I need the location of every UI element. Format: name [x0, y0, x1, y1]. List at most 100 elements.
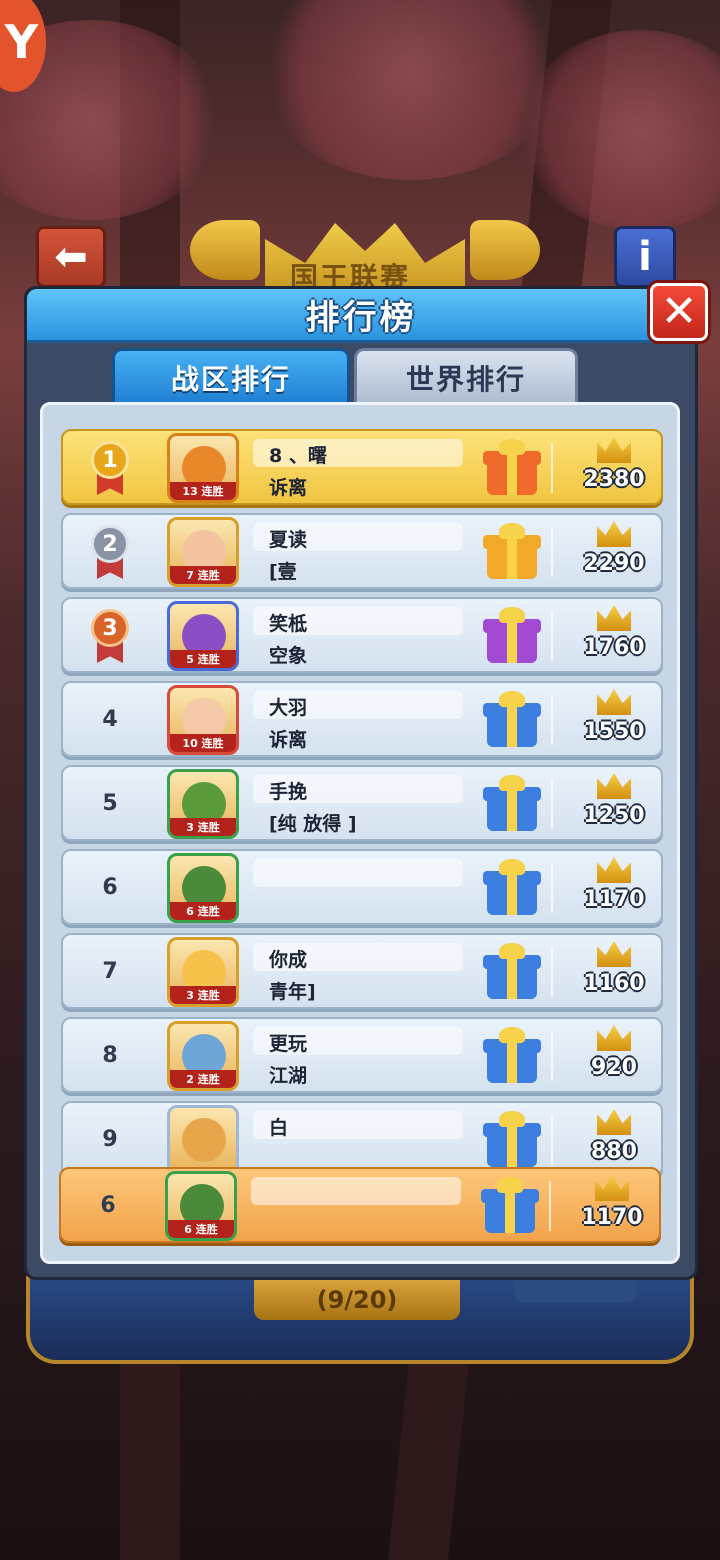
gift-bow	[499, 859, 525, 875]
gift-bow	[499, 607, 525, 623]
divider	[551, 863, 553, 913]
win-streak-badge: 13 连胜	[170, 482, 236, 500]
player-avatar[interactable]	[167, 1105, 239, 1175]
crown-icon	[595, 1175, 629, 1201]
gift-band	[507, 787, 517, 831]
page-indicator: (9/20)	[254, 1280, 460, 1320]
tab-region-ranking[interactable]: 战区排行	[112, 348, 350, 404]
crown-score: 1170	[583, 887, 645, 912]
crown-score: 880	[591, 1139, 637, 1164]
win-streak-badge: 5 连胜	[170, 650, 236, 668]
player-avatar[interactable]: 10 连胜	[167, 685, 239, 755]
rank-number: 6	[100, 1192, 116, 1218]
player-avatar[interactable]: 3 连胜	[167, 769, 239, 839]
crown-icon	[597, 941, 631, 967]
gift-band	[507, 1123, 517, 1167]
ranking-row[interactable]: 8 2 连胜 更玩 江湖 920	[61, 1017, 663, 1093]
crown-icon	[597, 1109, 631, 1135]
player-avatar[interactable]: 3 连胜	[167, 937, 239, 1007]
divider	[551, 779, 553, 829]
crown-icon	[597, 521, 631, 547]
gift-icon[interactable]	[483, 1111, 541, 1169]
gift-band	[507, 619, 517, 663]
crown-score: 1170	[581, 1205, 643, 1230]
blossom-cluster	[260, 0, 560, 180]
player-guild: 江湖	[269, 1065, 308, 1087]
gift-icon[interactable]	[483, 943, 541, 1001]
rank-number: 8	[102, 1042, 118, 1068]
player-avatar[interactable]: 6 连胜	[165, 1171, 237, 1241]
win-streak-badge: 6 连胜	[168, 1220, 234, 1238]
divider	[551, 695, 553, 745]
ranking-row[interactable]: 1 13 连胜 8 、曙 诉离 2380	[61, 429, 663, 505]
trumpet-icon	[190, 220, 260, 280]
gift-bow	[497, 1177, 523, 1193]
gift-bow	[499, 1111, 525, 1127]
panel-header: 排行榜	[27, 289, 695, 343]
win-streak-badge: 6 连胜	[170, 902, 236, 920]
tab-world-ranking[interactable]: 世界排行	[354, 348, 578, 404]
gift-icon[interactable]	[483, 439, 541, 497]
crown-icon	[597, 689, 631, 715]
divider	[551, 947, 553, 997]
ranking-row[interactable]: 4 10 连胜 大羽 诉离 1550	[61, 681, 663, 757]
ranking-row[interactable]: 9 白 880	[61, 1101, 663, 1177]
gift-band	[507, 1039, 517, 1083]
gift-icon[interactable]	[483, 691, 541, 749]
info-icon: i	[638, 234, 652, 280]
side-tab	[514, 1280, 636, 1302]
crown-score: 920	[591, 1055, 637, 1080]
close-button[interactable]: ✕	[650, 283, 708, 341]
gift-icon[interactable]	[483, 859, 541, 917]
player-avatar[interactable]: 5 连胜	[167, 601, 239, 671]
my-rank-row[interactable]: 6 6 连胜 1170	[59, 1167, 661, 1243]
crown-icon	[597, 605, 631, 631]
player-avatar[interactable]: 13 连胜	[167, 433, 239, 503]
gift-icon[interactable]	[483, 1027, 541, 1085]
gift-icon[interactable]	[481, 1177, 539, 1235]
player-avatar[interactable]: 6 连胜	[167, 853, 239, 923]
gift-icon[interactable]	[483, 775, 541, 833]
win-streak-badge: 3 连胜	[170, 818, 236, 836]
crown-icon	[597, 1025, 631, 1051]
crown-score: 1550	[583, 719, 645, 744]
divider	[549, 1181, 551, 1231]
player-name: 大羽	[269, 697, 308, 719]
medal-rank-number: 3	[91, 609, 129, 647]
win-streak-badge: 3 连胜	[170, 986, 236, 1004]
ranking-list[interactable]: 1 13 连胜 8 、曙 诉离 2380 2 7 连胜 夏读 [壹 2290 3 5 连胜 笑柢 空象 17…	[40, 402, 680, 1264]
ranking-row[interactable]: 3 5 连胜 笑柢 空象 1760	[61, 597, 663, 673]
avatar-face	[182, 1118, 226, 1162]
gift-band	[507, 871, 517, 915]
player-name: 白	[269, 1117, 289, 1139]
trumpet-icon	[470, 220, 540, 280]
gift-bow	[499, 523, 525, 539]
player-name: 8 、曙	[269, 445, 327, 467]
ranking-row[interactable]: 2 7 连胜 夏读 [壹 2290	[61, 513, 663, 589]
player-guild: 青年]	[269, 981, 316, 1003]
gift-icon[interactable]	[483, 607, 541, 665]
player-name: 夏读	[269, 529, 308, 551]
win-streak-badge: 2 连胜	[170, 1070, 236, 1088]
player-avatar[interactable]: 2 连胜	[167, 1021, 239, 1091]
ranking-row[interactable]: 7 3 连胜 你成 青年] 1160	[61, 933, 663, 1009]
rank-number: 9	[102, 1126, 118, 1152]
silver-medal-icon: 2	[85, 525, 135, 579]
rank-number: 6	[102, 874, 118, 900]
player-guild: 空象	[269, 645, 308, 667]
rank-number: 4	[102, 706, 118, 732]
gold-medal-icon: 1	[85, 441, 135, 495]
ranking-row[interactable]: 5 3 连胜 手挽 [纯 放得 ] 1250	[61, 765, 663, 841]
ranking-row[interactable]: 6 6 连胜 1170	[61, 849, 663, 925]
gift-bow	[499, 775, 525, 791]
medal-rank-number: 1	[91, 441, 129, 479]
gift-icon[interactable]	[483, 523, 541, 581]
divider	[551, 611, 553, 661]
back-button[interactable]: ⬅	[36, 226, 106, 288]
player-avatar[interactable]: 7 连胜	[167, 517, 239, 587]
gift-band	[505, 1189, 515, 1233]
info-button[interactable]: i	[614, 226, 676, 288]
player-name: 你成	[269, 949, 308, 971]
divider	[551, 443, 553, 493]
win-streak-badge: 7 连胜	[170, 566, 236, 584]
